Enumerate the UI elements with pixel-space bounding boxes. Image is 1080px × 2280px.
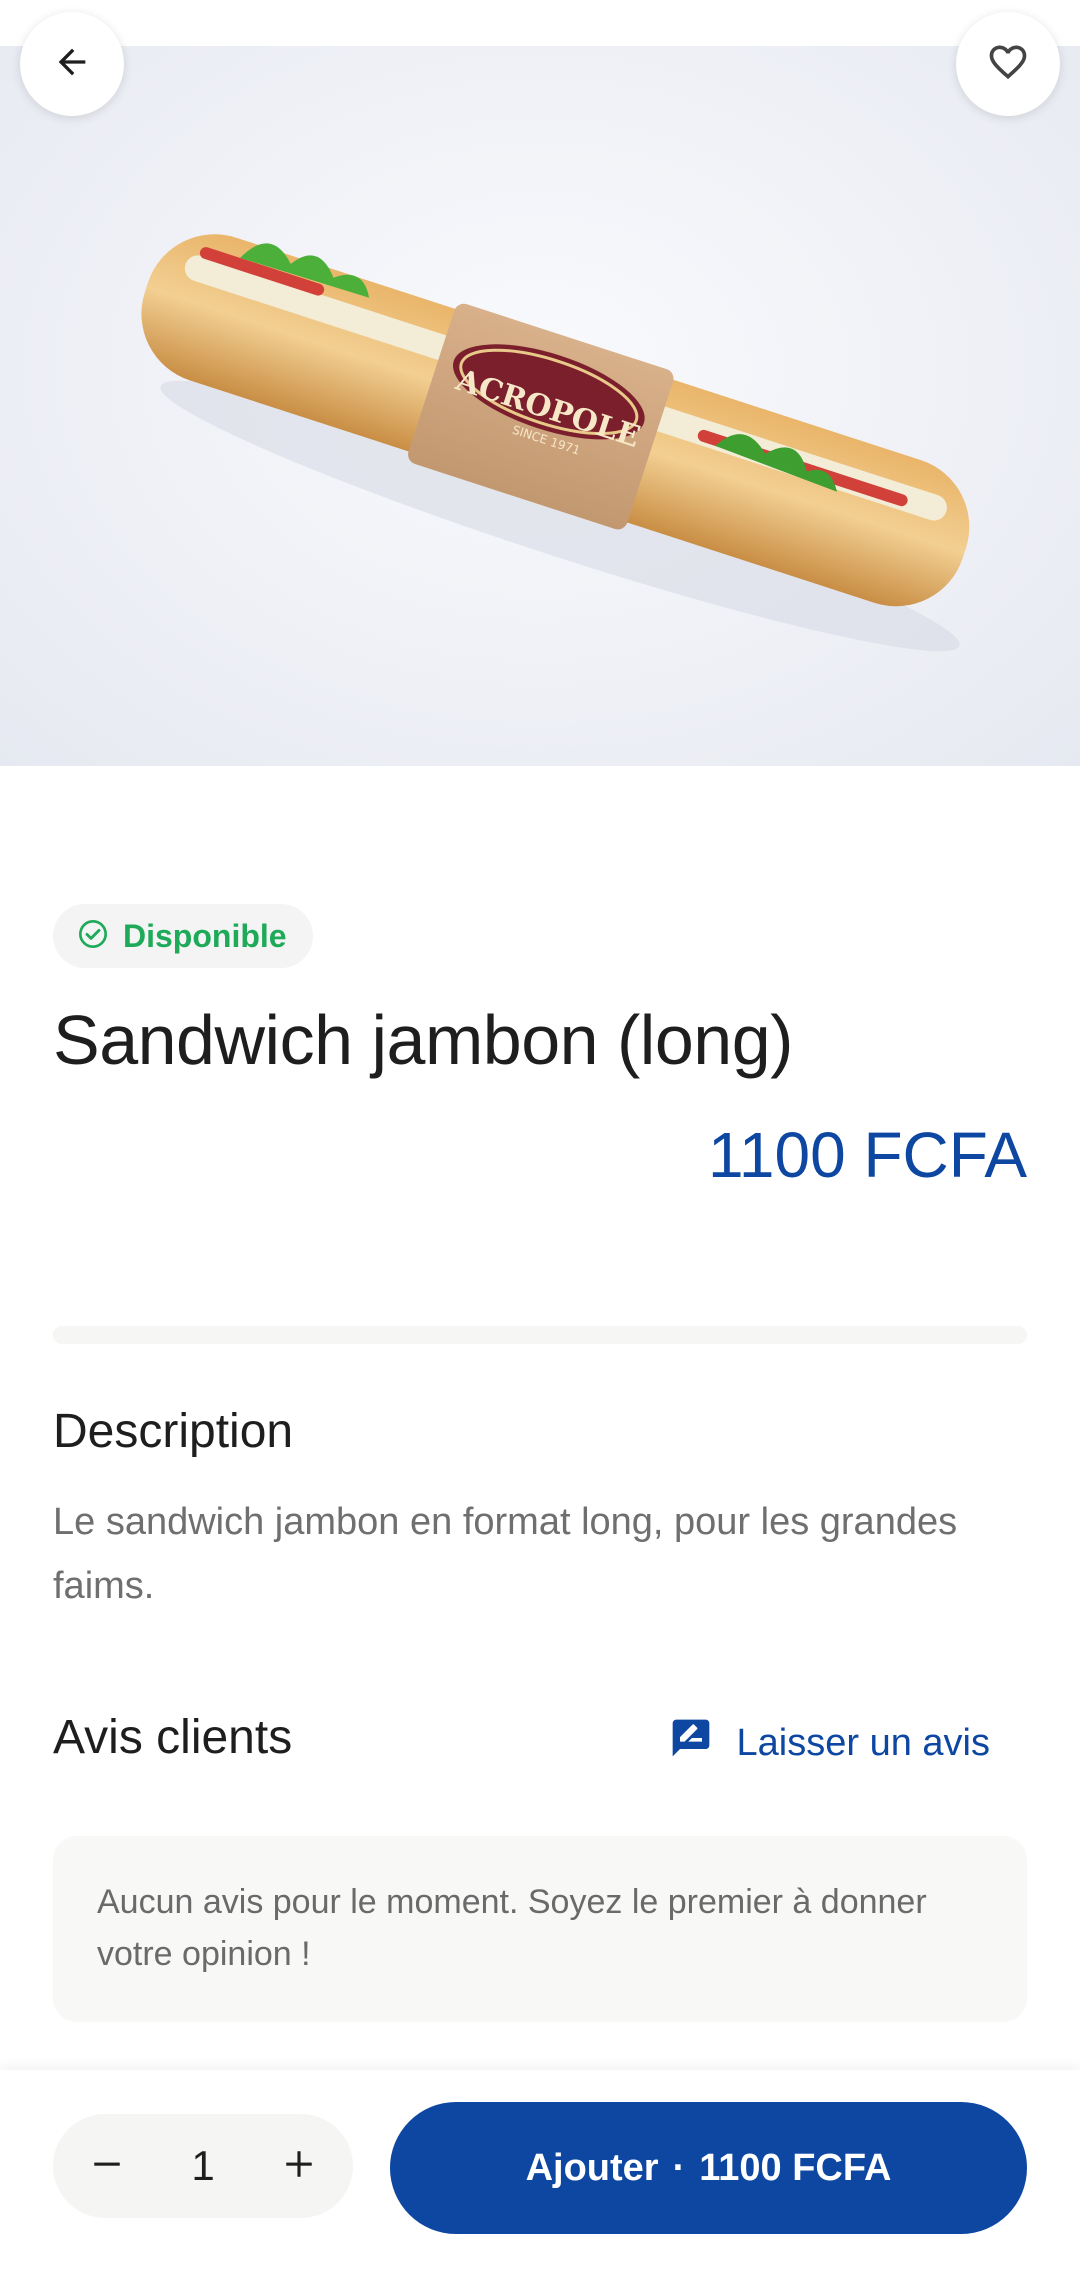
reviews-title: Avis clients [53, 1711, 293, 1764]
reviews-empty-state: Aucun avis pour le moment. Soyez le prem… [53, 1836, 1027, 2022]
back-button[interactable] [20, 12, 124, 116]
decrease-quantity-button[interactable] [87, 2146, 127, 2186]
quantity-stepper: 1 [53, 2114, 353, 2218]
rate-review-icon [669, 1716, 713, 1770]
add-separator: · [672, 2146, 686, 2189]
quantity-value: 1 [191, 2142, 215, 2189]
check-circle-icon [77, 918, 109, 955]
plus-icon [282, 2147, 316, 2186]
leave-review-label: Laisser un avis [736, 1721, 990, 1764]
minus-icon [90, 2147, 124, 2186]
description-text: Le sandwich jambon en format long, pour … [53, 1501, 958, 1607]
product-image: ACROPOLE SINCE 1971 [0, 46, 1080, 766]
product-detail-screen: ACROPOLE SINCE 1971 Disponible Sandwich … [0, 0, 1080, 2280]
divider [53, 1326, 1027, 1344]
add-label: Ajouter [525, 2146, 659, 2189]
arrow-back-icon [52, 42, 92, 87]
product-price: 1100 FCFA [708, 1119, 1027, 1191]
add-to-cart-button[interactable]: Ajouter · 1100 FCFA [390, 2102, 1027, 2234]
bottom-action-bar: 1 Ajouter · 1100 FCFA [0, 2070, 1080, 2280]
leave-review-button[interactable]: Laisser un avis [669, 1716, 990, 1770]
favorite-button[interactable] [956, 12, 1060, 116]
product-title: Sandwich jambon (long) [53, 1001, 793, 1079]
status-badge: Disponible [53, 904, 313, 968]
status-label: Disponible [123, 917, 287, 954]
reviews-empty-text: Aucun avis pour le moment. Soyez le prem… [97, 1883, 927, 1973]
heart-outline-icon [986, 40, 1030, 89]
sandwich-illustration: ACROPOLE SINCE 1971 [141, 234, 970, 652]
add-price: 1100 FCFA [699, 2146, 892, 2189]
description-title: Description [53, 1405, 294, 1458]
increase-quantity-button[interactable] [279, 2146, 319, 2186]
